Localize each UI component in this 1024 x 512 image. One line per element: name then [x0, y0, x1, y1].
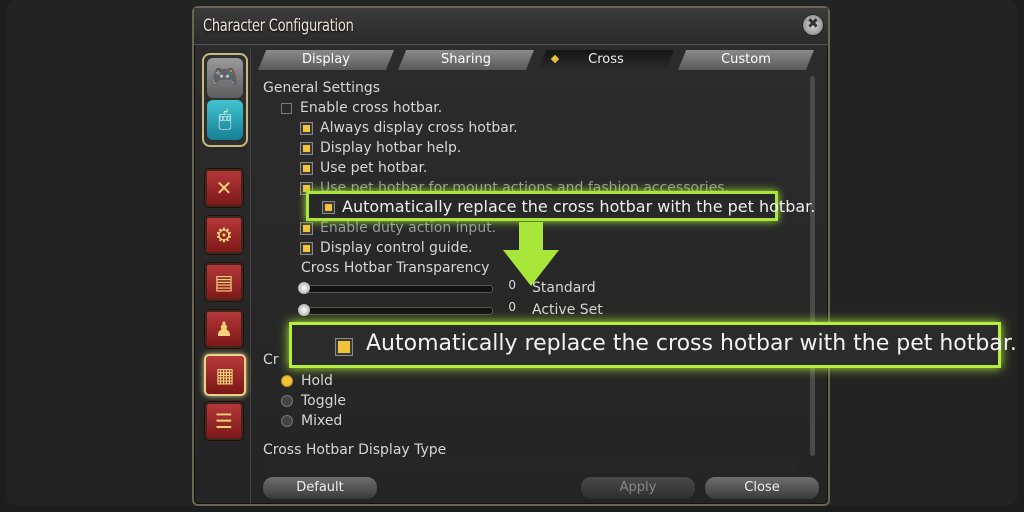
checkbox[interactable]: [301, 122, 312, 134]
control-guide-option[interactable]: Display control guide.: [301, 238, 473, 258]
display-help-option[interactable]: Display hotbar help.: [301, 138, 461, 158]
general-settings-heading: General Settings: [263, 80, 381, 96]
enable-duty-action-option[interactable]: Enable duty action input.: [301, 218, 496, 238]
active-set-transparency-slider[interactable]: [298, 304, 493, 316]
mode-option-toggle[interactable]: Toggle: [281, 391, 346, 411]
checkbox[interactable]: [301, 162, 312, 174]
tab-custom[interactable]: Custom: [678, 50, 814, 70]
auto-replace-option[interactable]: Automatically replace the cross hotbar w…: [323, 197, 815, 217]
category-rail: 🎮 🖱 ✕ ⚙ ▤ ♟ ▦ ☰: [198, 48, 251, 504]
checkbox[interactable]: [281, 102, 292, 114]
always-display-option[interactable]: Always display cross hotbar.: [301, 118, 518, 138]
crossed-swords-icon[interactable]: ✕: [204, 168, 244, 208]
apply-button[interactable]: Apply: [580, 476, 696, 500]
default-button[interactable]: Default: [262, 476, 378, 500]
selected-pointer-icon: [550, 54, 560, 64]
tab-bar: Display Sharing Cross Custom: [258, 50, 818, 72]
radio-button[interactable]: [281, 375, 293, 387]
tab-cross-label: Cross: [588, 52, 624, 67]
down-arrow-icon: [503, 222, 559, 286]
slider-knob[interactable]: [298, 282, 310, 294]
tab-cross[interactable]: Cross: [538, 50, 674, 70]
mouse-icon[interactable]: 🖱: [207, 100, 243, 140]
fade-overlay: [266, 460, 796, 474]
tab-display[interactable]: Display: [258, 50, 394, 70]
enable-cross-hotbar-option[interactable]: Enable cross hotbar.: [281, 98, 442, 118]
window-title: Character Configuration: [203, 16, 354, 36]
character-icon[interactable]: ♟: [204, 309, 244, 349]
active-set-value: 0: [508, 300, 516, 314]
checkbox[interactable]: [323, 202, 334, 213]
display-type-heading: Cross Hotbar Display Type: [263, 442, 447, 458]
gamepad-icon[interactable]: 🎮: [207, 58, 243, 98]
tab-sharing[interactable]: Sharing: [398, 50, 534, 70]
close-button[interactable]: Close: [704, 476, 820, 500]
active-set-label: Active Set: [532, 302, 603, 318]
radio-button[interactable]: [281, 415, 293, 427]
checkbox[interactable]: [301, 242, 312, 254]
radio-button[interactable]: [281, 395, 293, 407]
mode-heading-partial: Cr: [263, 352, 279, 368]
title-bar: Character Configuration ✖: [194, 8, 828, 45]
chat-icon[interactable]: ☰: [204, 401, 244, 441]
mode-option-hold[interactable]: Hold: [281, 371, 333, 391]
slider-knob[interactable]: [298, 304, 310, 316]
id-card-icon[interactable]: ▤: [204, 262, 244, 302]
use-pet-hotbar-option[interactable]: Use pet hotbar.: [301, 158, 427, 178]
checkbox[interactable]: [301, 142, 312, 154]
close-icon[interactable]: ✖: [802, 14, 824, 36]
standard-transparency-slider[interactable]: [298, 282, 493, 294]
input-device-toggle[interactable]: 🎮 🖱: [202, 53, 248, 147]
mode-option-mixed[interactable]: Mixed: [281, 411, 342, 431]
gear-bag-icon[interactable]: ⚙: [204, 215, 244, 255]
callout-auto-replace: Automatically replace the cross hotbar w…: [289, 322, 1017, 368]
transparency-heading: Cross Hotbar Transparency: [301, 260, 490, 276]
checkbox-icon: [336, 339, 352, 355]
callout-text: Automatically replace the cross hotbar w…: [366, 331, 1017, 356]
highlight-auto-replace-option: Automatically replace the cross hotbar w…: [306, 191, 815, 221]
cross-hotbar-icon[interactable]: ▦: [204, 354, 246, 396]
checkbox[interactable]: [301, 222, 312, 234]
